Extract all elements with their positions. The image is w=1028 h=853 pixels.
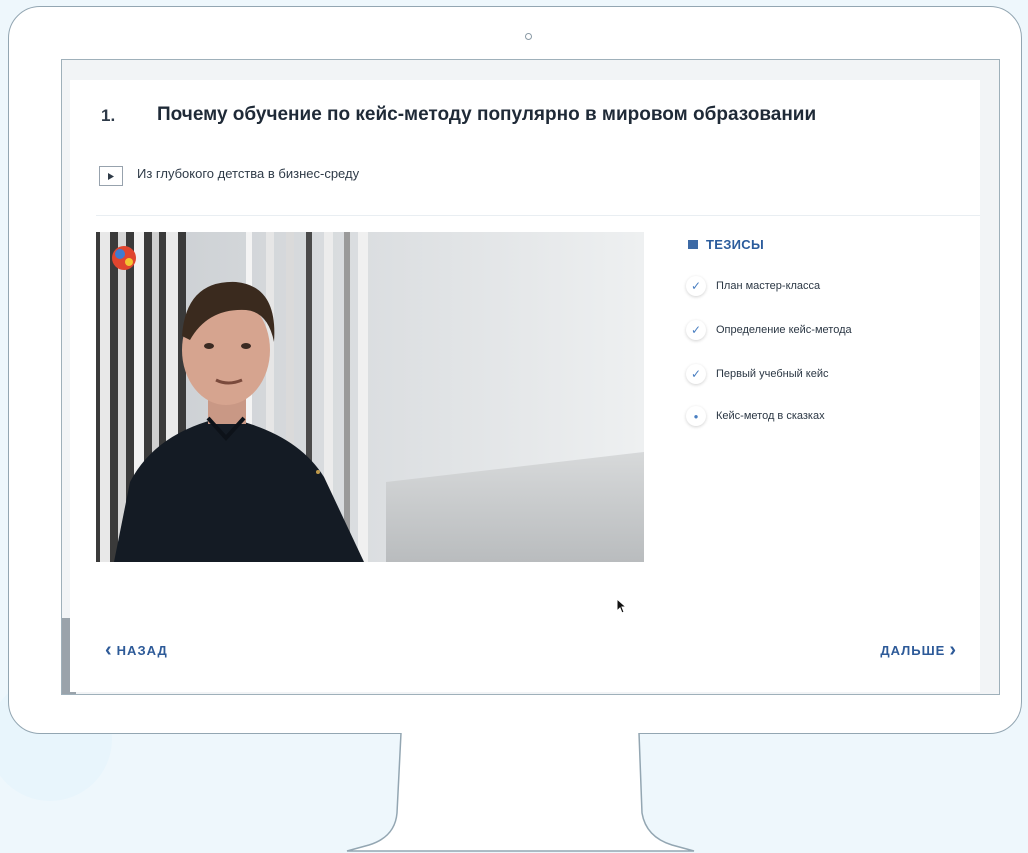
list-icon	[688, 240, 698, 249]
thesis-label: План мастер-класса	[716, 280, 821, 292]
section-title: Из глубокого детства в бизнес-среду	[137, 166, 360, 181]
check-icon: ✓	[686, 276, 706, 296]
thesis-item-3[interactable]: ✓ Первый учебный кейс	[686, 364, 829, 384]
monitor-screen: 1. Почему обучение по кейс-методу популя…	[61, 59, 1000, 695]
thesis-label: Первый учебный кейс	[716, 368, 829, 380]
back-label: НАЗАД	[116, 642, 168, 658]
lesson-title: Почему обучение по кейс-методу популярно…	[157, 104, 817, 125]
back-button[interactable]: ‹ НАЗАД	[105, 640, 168, 660]
thesis-label: Кейс-метод в сказках	[716, 410, 825, 422]
header-divider	[96, 215, 980, 216]
chevron-left-icon: ‹	[105, 639, 113, 661]
theses-heading: ТЕЗИСЫ	[706, 237, 765, 252]
monitor-stand	[346, 733, 695, 852]
next-button[interactable]: ДАЛЬШЕ ›	[880, 640, 957, 660]
thesis-item-2[interactable]: ✓ Определение кейс-метода	[686, 320, 852, 340]
video-frame	[96, 232, 644, 562]
thesis-item-4[interactable]: ● Кейс-метод в сказках	[686, 406, 825, 426]
chevron-right-icon: ›	[949, 639, 957, 661]
thesis-label: Определение кейс-метода	[716, 324, 852, 336]
lesson-page: 1. Почему обучение по кейс-методу популя…	[70, 80, 980, 692]
next-label: ДАЛЬШЕ	[880, 642, 946, 658]
section-play-button[interactable]	[99, 166, 123, 186]
check-icon: ✓	[686, 320, 706, 340]
lesson-number: 1.	[101, 106, 116, 125]
webcam-dot	[525, 33, 532, 40]
mouse-pointer-icon	[616, 598, 628, 614]
check-icon: ✓	[686, 364, 706, 384]
current-dot-icon: ●	[686, 406, 706, 426]
thesis-item-1[interactable]: ✓ План мастер-класса	[686, 276, 820, 296]
video-player[interactable]	[96, 232, 644, 562]
play-icon	[108, 172, 114, 180]
monitor-frame: 1. Почему обучение по кейс-методу популя…	[8, 6, 1022, 734]
